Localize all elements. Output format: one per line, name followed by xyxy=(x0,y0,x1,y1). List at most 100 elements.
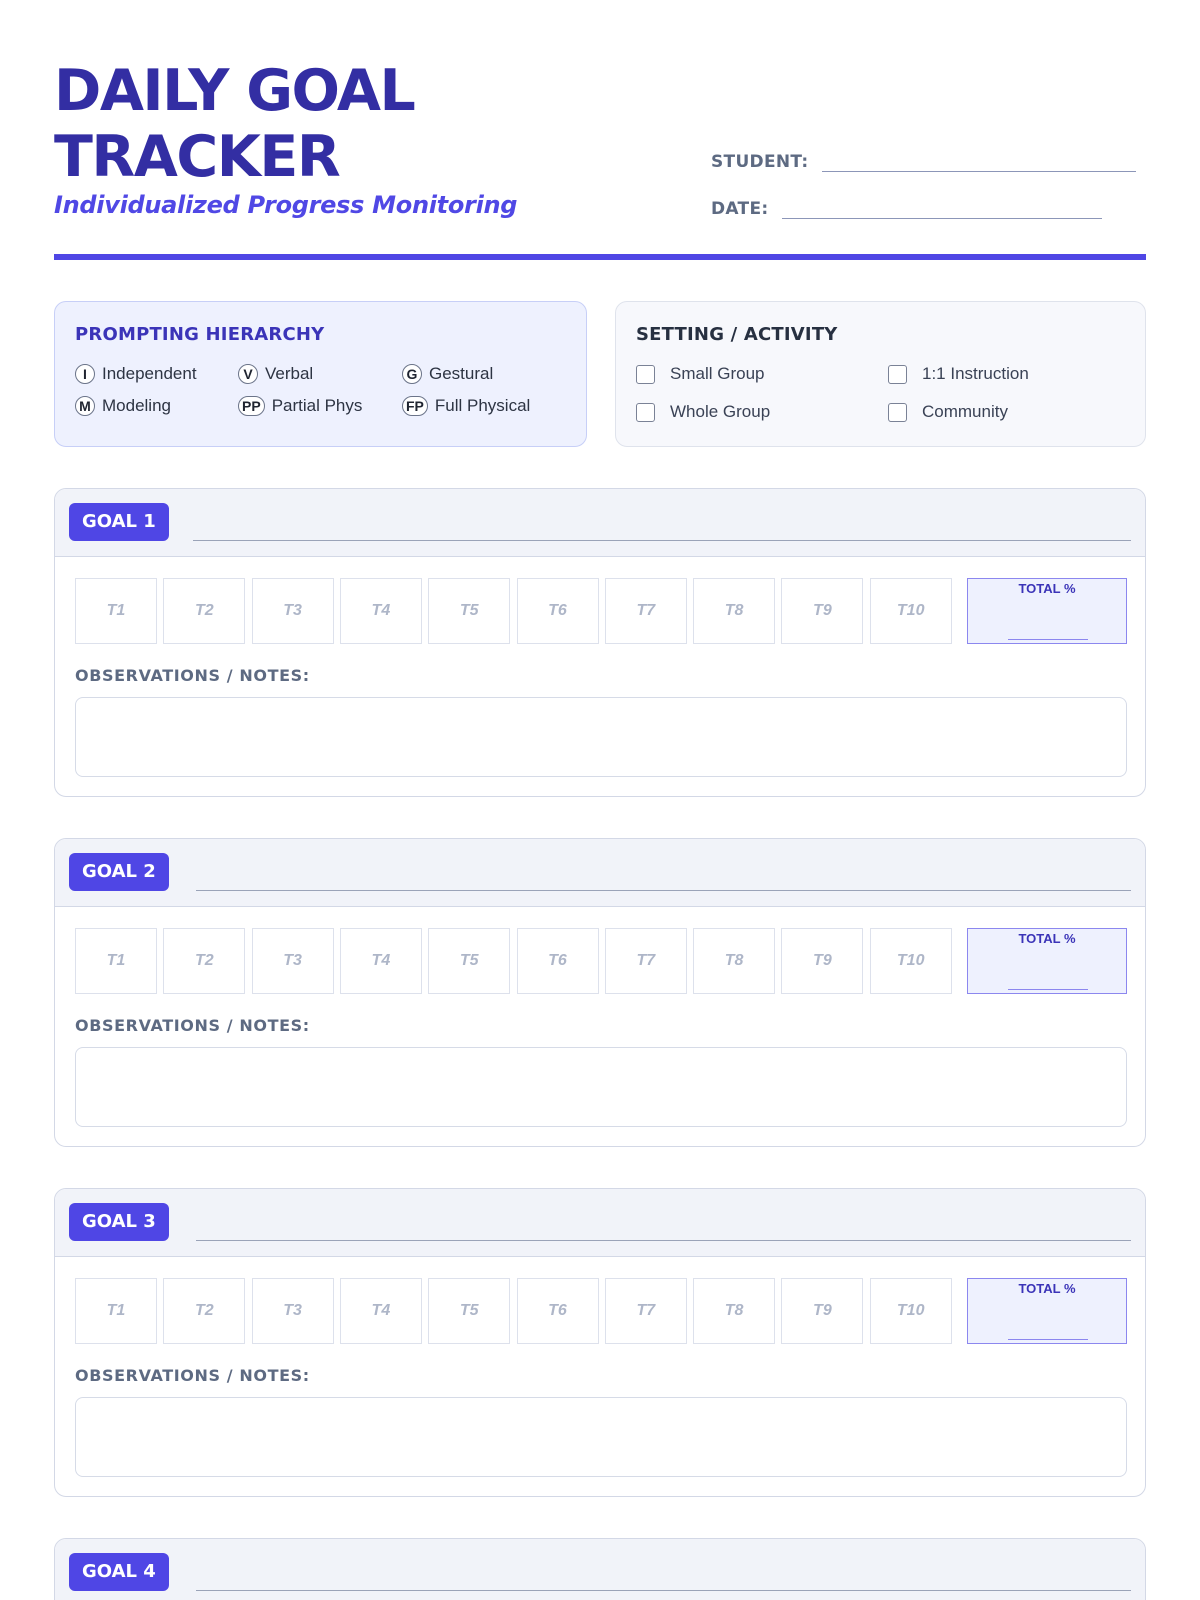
trial-cell[interactable]: T7 xyxy=(604,1278,687,1344)
date-input-line[interactable] xyxy=(782,195,1103,219)
trial-cell[interactable]: T4 xyxy=(339,1278,422,1344)
setting-option-label: Community xyxy=(922,402,1008,421)
trial-cell[interactable]: T4 xyxy=(339,578,422,644)
notes-field[interactable] xyxy=(75,1397,1127,1477)
trial-cell[interactable]: T9 xyxy=(781,578,864,644)
trial-cell[interactable]: T2 xyxy=(163,578,246,644)
goal-card: GOAL 2 T1 T2 T3 T4 T5 T6 T7 T8 T9 T10 TO… xyxy=(54,838,1146,1147)
setting-option-label: Small Group xyxy=(670,364,765,383)
prompt-legend-label: Gestural xyxy=(429,364,494,383)
page-subtitle: Individualized Progress Monitoring xyxy=(54,191,518,219)
prompt-legend-item: FP Full Physical xyxy=(402,396,530,416)
goal-card: GOAL 3 T1 T2 T3 T4 T5 T6 T7 T8 T9 T10 TO… xyxy=(54,1188,1146,1497)
trial-cell[interactable]: T6 xyxy=(516,1278,599,1344)
total-percent-label: TOTAL % xyxy=(1018,1281,1076,1296)
goal-header: GOAL 4 xyxy=(55,1539,1145,1600)
checkbox-1-1-instruction[interactable] xyxy=(888,364,907,384)
goal-description-line[interactable] xyxy=(196,890,1131,891)
prompt-legend-label: Full Physical xyxy=(434,396,531,415)
trial-cell[interactable]: T10 xyxy=(869,1278,952,1344)
prompt-code-badge: PP xyxy=(238,396,265,416)
goal-badge: GOAL 3 xyxy=(69,1203,169,1241)
goal-description-line[interactable] xyxy=(193,540,1131,541)
prompt-code-badge: V xyxy=(238,364,258,384)
goal-badge: GOAL 1 xyxy=(69,503,169,541)
prompting-hierarchy-panel: PROMPTING HIERARCHY I Independent V Verb… xyxy=(54,301,587,447)
student-input-line[interactable] xyxy=(822,148,1137,172)
checkbox-small-group[interactable] xyxy=(636,364,655,384)
trial-cell[interactable]: T5 xyxy=(428,1278,511,1344)
notes-label: OBSERVATIONS / NOTES: xyxy=(75,1366,310,1385)
prompting-hierarchy-title: PROMPTING HIERARCHY xyxy=(75,324,325,345)
goal-header: GOAL 3 xyxy=(55,1189,1145,1257)
goal-description-line[interactable] xyxy=(196,1240,1131,1241)
prompt-legend-item: PP Partial Phys xyxy=(238,396,362,416)
trial-cell[interactable]: T1 xyxy=(75,578,157,644)
checkbox-whole-group[interactable] xyxy=(636,402,655,422)
trial-cell[interactable]: T3 xyxy=(251,1278,334,1344)
goal-card: GOAL 4 xyxy=(54,1538,1146,1600)
trial-cell[interactable]: T9 xyxy=(781,1278,864,1344)
trial-cell[interactable]: T4 xyxy=(339,928,422,994)
trial-cell[interactable]: T6 xyxy=(516,928,599,994)
prompt-legend-label: Modeling xyxy=(102,396,171,415)
trial-cell[interactable]: T1 xyxy=(75,1278,157,1344)
trial-cell[interactable]: T5 xyxy=(428,578,511,644)
notes-label: OBSERVATIONS / NOTES: xyxy=(75,1016,310,1035)
trial-cell[interactable]: T2 xyxy=(163,928,246,994)
trial-cell[interactable]: T9 xyxy=(781,928,864,994)
trial-cell[interactable]: T7 xyxy=(604,578,687,644)
date-label: DATE: xyxy=(711,199,769,219)
total-percent-label: TOTAL % xyxy=(1018,581,1076,596)
prompt-legend-item: G Gestural xyxy=(402,364,493,384)
total-percent-box[interactable]: TOTAL % xyxy=(967,928,1127,994)
setting-option-label: Whole Group xyxy=(670,402,771,421)
total-percent-label: TOTAL % xyxy=(1018,931,1076,946)
date-field: DATE: xyxy=(711,195,1103,219)
prompt-legend-label: Verbal xyxy=(265,364,314,383)
total-percent-box[interactable]: TOTAL % xyxy=(967,578,1127,644)
prompt-legend-item: M Modeling xyxy=(75,396,171,416)
page-title-line-1: DAILY GOAL xyxy=(54,58,416,124)
student-label: STUDENT: xyxy=(711,152,809,172)
goal-card: GOAL 1 T1 T2 T3 T4 T5 T6 T7 T8 T9 T10 TO… xyxy=(54,488,1146,797)
notes-field[interactable] xyxy=(75,697,1127,777)
trial-cell[interactable]: T8 xyxy=(693,928,776,994)
setting-activity-panel: SETTING / ACTIVITY Small Group 1:1 Instr… xyxy=(615,301,1146,447)
trial-cell[interactable]: T7 xyxy=(604,928,687,994)
checkbox-community[interactable] xyxy=(888,402,907,422)
prompt-code-badge: G xyxy=(402,364,422,384)
total-percent-box[interactable]: TOTAL % xyxy=(967,1278,1127,1344)
setting-option-label: 1:1 Instruction xyxy=(922,364,1029,383)
prompt-code-badge: M xyxy=(75,396,95,416)
trial-cell[interactable]: T2 xyxy=(163,1278,246,1344)
trial-cell[interactable]: T10 xyxy=(869,578,952,644)
total-percent-line xyxy=(1008,989,1088,990)
trial-cell[interactable]: T8 xyxy=(693,1278,776,1344)
goal-badge: GOAL 2 xyxy=(69,853,169,891)
goal-description-line[interactable] xyxy=(196,1590,1131,1591)
setting-option[interactable]: Community xyxy=(888,402,1008,422)
trial-cell[interactable]: T3 xyxy=(251,578,334,644)
trial-cell[interactable]: T8 xyxy=(693,578,776,644)
trial-cell[interactable]: T1 xyxy=(75,928,157,994)
prompt-legend-item: V Verbal xyxy=(238,364,313,384)
trial-cell[interactable]: T6 xyxy=(516,578,599,644)
goal-badge: GOAL 4 xyxy=(69,1553,169,1591)
setting-option[interactable]: 1:1 Instruction xyxy=(888,364,1029,384)
goal-header: GOAL 1 xyxy=(55,489,1145,557)
setting-option[interactable]: Whole Group xyxy=(636,402,770,422)
prompt-legend-item: I Independent xyxy=(75,364,197,384)
student-field: STUDENT: xyxy=(711,148,1137,172)
total-percent-line xyxy=(1008,639,1088,640)
total-percent-line xyxy=(1008,1339,1088,1340)
header-divider xyxy=(54,254,1146,260)
notes-field[interactable] xyxy=(75,1047,1127,1127)
setting-option[interactable]: Small Group xyxy=(636,364,764,384)
trial-cell[interactable]: T10 xyxy=(869,928,952,994)
setting-activity-title: SETTING / ACTIVITY xyxy=(636,324,838,345)
trial-cell[interactable]: T3 xyxy=(251,928,334,994)
prompt-code-badge: I xyxy=(75,364,95,384)
trial-cell[interactable]: T5 xyxy=(428,928,511,994)
goal-header: GOAL 2 xyxy=(55,839,1145,907)
